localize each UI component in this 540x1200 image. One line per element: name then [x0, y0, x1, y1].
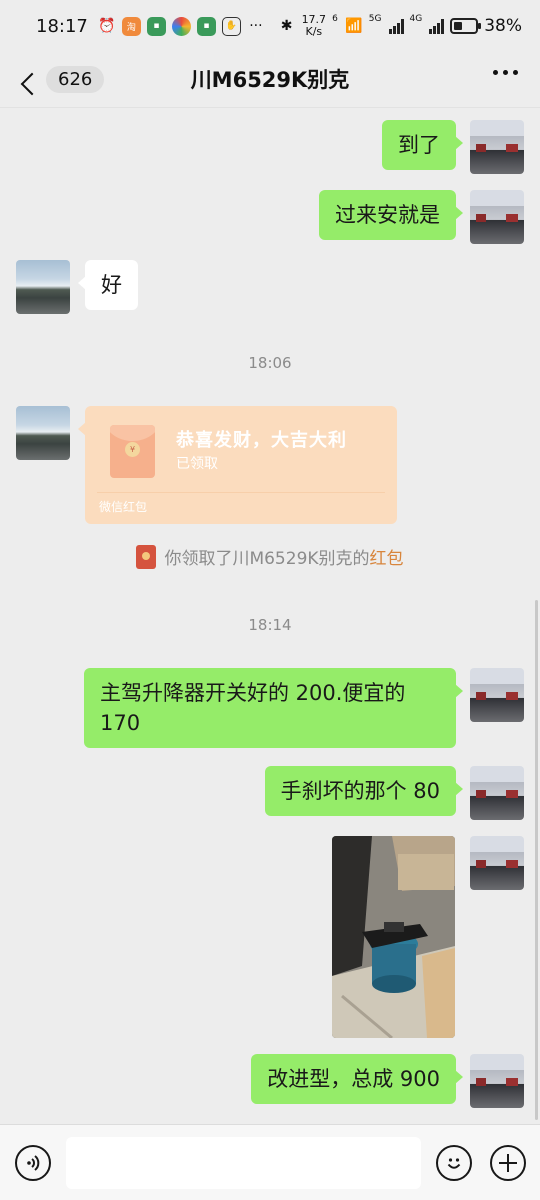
add-more-button[interactable] — [490, 1145, 526, 1181]
more-dot — [493, 70, 498, 75]
my-avatar[interactable] — [470, 668, 524, 722]
red-packet-message[interactable]: ¥ 恭喜发财，大吉大利 已领取 微信红包 — [78, 406, 397, 524]
assist-icon: ✋ — [221, 16, 241, 36]
battery-percent: 38% — [484, 16, 522, 36]
red-packet-link[interactable]: 红包 — [370, 549, 404, 569]
message-bubble-sent[interactable]: 过来安就是 — [319, 190, 463, 240]
alarm-icon: ⏰ — [98, 18, 116, 34]
more-notifications-icon: ··· — [249, 18, 263, 34]
message-bubble-sent[interactable]: 改进型，总成 900 — [251, 1054, 463, 1104]
emoji-button[interactable] — [436, 1145, 472, 1181]
more-dot — [503, 70, 508, 75]
message-timestamp: 18:06 — [248, 354, 292, 372]
bluetooth-icon: ✱ — [280, 18, 293, 34]
more-options-button[interactable] — [493, 70, 518, 75]
chat-scrollbar[interactable] — [535, 600, 538, 1120]
message-bubble-sent[interactable]: 手刹坏的那个 80 — [264, 766, 464, 816]
network-speed-unit: K/s — [305, 25, 323, 38]
system-notice: 你领取了川M6529K别克的红包 — [0, 544, 540, 569]
emoji-icon — [447, 1158, 461, 1169]
chat-message-list[interactable]: 到了 过来安就是 好 18:06 ¥ 恭喜发财，大吉大利 已领取 微信红包 你领… — [0, 108, 540, 1124]
signal-icon — [388, 18, 404, 34]
network-type-6: 6 — [332, 14, 338, 24]
more-dot — [513, 70, 518, 75]
back-button[interactable]: 626 — [14, 60, 105, 95]
my-avatar[interactable] — [470, 766, 524, 820]
message-timestamp: 18:14 — [248, 616, 292, 634]
red-packet-small-icon — [136, 544, 157, 569]
red-packet-icon: ¥ — [110, 425, 155, 478]
my-avatar[interactable] — [470, 1054, 524, 1108]
red-packet-status: 已领取 — [176, 456, 218, 472]
network-speed: 17.7 K/s — [302, 14, 327, 38]
status-bar: 18:17 ⏰ 淘 ▪ ▪ ✋ ··· ✱ 17.7 K/s 6 📶 5G 4G… — [0, 0, 540, 52]
battery-icon — [450, 18, 482, 34]
red-packet-seal: ¥ — [125, 442, 140, 457]
image-thumbnail — [332, 836, 455, 1038]
wifi-icon: 📶 — [345, 18, 363, 34]
image-message[interactable] — [332, 836, 455, 1038]
contact-avatar[interactable] — [16, 406, 70, 460]
my-avatar[interactable] — [470, 836, 524, 890]
my-avatar[interactable] — [470, 190, 524, 244]
system-notice-text: 你领取了川M6529K别克的红包 — [164, 544, 403, 569]
bank-app-icon-2: ▪ — [196, 16, 216, 36]
red-packet-divider — [97, 492, 385, 493]
photos-icon — [171, 16, 191, 36]
system-notice-prefix: 你领取了川M6529K别克的 — [164, 549, 370, 569]
signal-icon-2 — [429, 18, 445, 34]
voice-input-button[interactable] — [15, 1145, 51, 1181]
chat-header: 626 川M6529K别克 — [0, 52, 540, 108]
my-avatar[interactable] — [470, 120, 524, 174]
input-bar — [0, 1124, 540, 1200]
message-bubble-received[interactable]: 好 — [78, 260, 138, 310]
status-left: 18:17 ⏰ 淘 ▪ ▪ ✋ ··· — [36, 16, 265, 37]
bank-app-icon: ▪ — [146, 16, 166, 36]
message-input[interactable] — [66, 1137, 421, 1189]
message-bubble-sent[interactable]: 到了 — [382, 120, 463, 170]
contact-avatar[interactable] — [16, 260, 70, 314]
red-packet-title: 恭喜发财，大吉大利 — [176, 430, 347, 451]
unread-count-badge: 626 — [46, 66, 105, 93]
chevron-left-icon — [20, 72, 44, 95]
status-time: 18:17 — [36, 15, 88, 37]
voice-icon — [27, 1155, 40, 1171]
status-right: ✱ 17.7 K/s 6 📶 5G 4G 38% — [278, 14, 522, 38]
taobao-icon: 淘 — [121, 16, 141, 36]
network-type-5g: 5G — [368, 14, 382, 24]
message-bubble-sent[interactable]: 主驾升降器开关好的 200.便宜的 170 — [84, 668, 463, 748]
network-type-4g: 4G — [409, 14, 423, 24]
red-packet-footer: 微信红包 — [99, 500, 148, 514]
